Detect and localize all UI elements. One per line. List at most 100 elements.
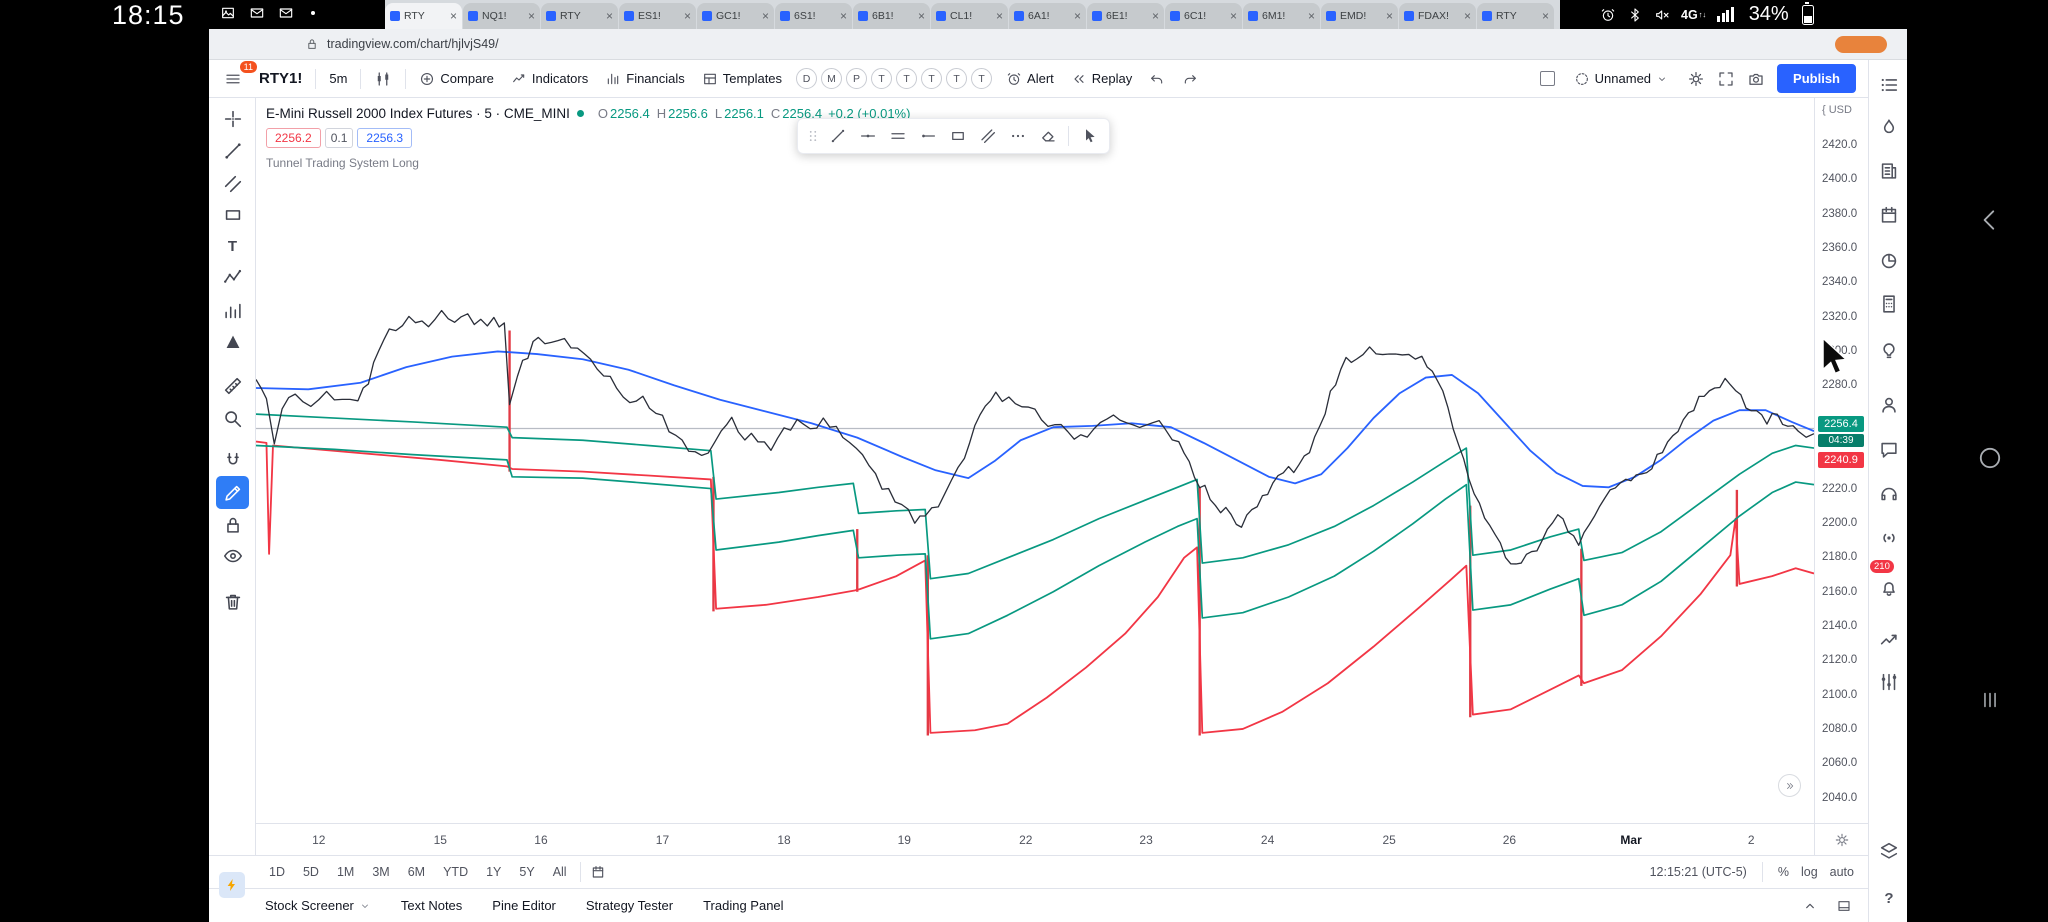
range-5Y[interactable]: 5Y <box>511 861 542 883</box>
draw-channel[interactable] <box>974 122 1002 150</box>
main-menu-button[interactable]: 11 <box>217 60 257 92</box>
bid-box[interactable]: 2256.2 <box>266 128 321 148</box>
sidebar-help[interactable]: ? <box>1877 886 1901 910</box>
indicators-button[interactable]: Indicators <box>504 67 595 91</box>
draw-hray[interactable] <box>914 122 942 150</box>
quick-interval-D[interactable]: D <box>796 68 818 89</box>
price-axis[interactable]: { USD 2420.0 2400.0 2380.0 2360.0 2340.0 2320… <box>1814 98 1868 823</box>
symbol-button[interactable]: RTY1! <box>252 66 309 91</box>
tool-magnet[interactable] <box>216 444 249 477</box>
publish-button[interactable]: Publish <box>1777 64 1856 93</box>
tab-close-icon[interactable]: × <box>918 9 925 23</box>
sidebar-layers[interactable] <box>1877 839 1901 863</box>
tab-close-icon[interactable]: × <box>996 9 1003 23</box>
browser-tab[interactable]: RTY × <box>385 3 462 29</box>
browser-tab[interactable]: GC1! × <box>697 3 774 29</box>
panel-tab-stock-screener[interactable]: Stock Screener <box>265 898 371 913</box>
log-scale-button[interactable]: log <box>1801 865 1818 879</box>
indicator-legend[interactable]: Tunnel Trading System Long <box>266 156 910 170</box>
draw-cursorarrow[interactable] <box>1075 122 1103 150</box>
tab-close-icon[interactable]: × <box>1152 9 1159 23</box>
tool-pattern[interactable] <box>216 261 249 294</box>
quick-interval-T[interactable]: T <box>896 68 918 89</box>
compare-button[interactable]: Compare <box>412 67 500 91</box>
browser-extension-pill[interactable] <box>1835 36 1887 53</box>
sidebar-calc[interactable] <box>1877 292 1901 316</box>
fullscreen-icon[interactable] <box>1717 70 1735 88</box>
layout-name-button[interactable]: Unnamed <box>1567 67 1675 91</box>
sidebar-person[interactable] <box>1877 393 1901 417</box>
undo-button[interactable] <box>1142 67 1172 91</box>
tool-eye[interactable] <box>216 539 249 572</box>
alert-button[interactable]: Alert <box>999 67 1061 91</box>
browser-tab[interactable]: ES1! × <box>619 3 696 29</box>
draw-parallel[interactable] <box>884 122 912 150</box>
tab-close-icon[interactable]: × <box>1308 9 1315 23</box>
sidebar-flame[interactable] <box>1877 116 1901 140</box>
interval-button[interactable]: 5m <box>322 67 354 90</box>
panel-tab-trading-panel[interactable]: Trading Panel <box>703 898 783 913</box>
tool-crosshair[interactable] <box>216 102 249 135</box>
tool-arrowup[interactable] <box>216 326 249 359</box>
range-YTD[interactable]: YTD <box>435 861 476 883</box>
quick-search-button[interactable] <box>219 872 245 898</box>
sidebar-headset[interactable] <box>1877 482 1901 506</box>
range-6M[interactable]: 6M <box>400 861 433 883</box>
sidebar-tune[interactable] <box>1877 670 1901 694</box>
sidebar-calendar[interactable] <box>1877 203 1901 227</box>
sidebar-chat[interactable] <box>1877 438 1901 462</box>
replay-button[interactable]: Replay <box>1064 67 1139 91</box>
quick-interval-P[interactable]: P <box>846 68 868 89</box>
browser-tab[interactable]: 6S1! × <box>775 3 852 29</box>
draw-hline[interactable] <box>854 122 882 150</box>
draw-grip[interactable] <box>804 122 822 150</box>
tab-close-icon[interactable]: × <box>684 9 691 23</box>
browser-tab[interactable]: NQ1! × <box>463 3 540 29</box>
browser-tab[interactable]: RTY × <box>1477 3 1554 29</box>
quick-interval-T[interactable]: T <box>946 68 968 89</box>
panel-tab-strategy-tester[interactable]: Strategy Tester <box>586 898 673 913</box>
draw-rect[interactable] <box>944 122 972 150</box>
tool-text[interactable]: T <box>216 230 249 263</box>
range-All[interactable]: All <box>545 861 575 883</box>
tab-close-icon[interactable]: × <box>762 9 769 23</box>
sidebar-bulb[interactable] <box>1877 338 1901 362</box>
templates-button[interactable]: Templates <box>695 67 789 91</box>
legend-title[interactable]: E-Mini Russell 2000 Index Futures · 5 · … <box>266 106 570 121</box>
range-1D[interactable]: 1D <box>261 861 293 883</box>
snapshot-camera-icon[interactable] <box>1747 70 1765 88</box>
quick-interval-M[interactable]: M <box>821 68 843 89</box>
sidebar-markets[interactable] <box>1877 628 1901 652</box>
panel-tab-pine-editor[interactable]: Pine Editor <box>492 898 556 913</box>
tool-forecast[interactable] <box>216 294 249 327</box>
range-1Y[interactable]: 1Y <box>478 861 509 883</box>
tab-close-icon[interactable]: × <box>840 9 847 23</box>
range-3M[interactable]: 3M <box>364 861 397 883</box>
settings-gear-icon[interactable] <box>1687 70 1705 88</box>
tab-close-icon[interactable]: × <box>1386 9 1393 23</box>
tab-close-icon[interactable]: × <box>528 9 535 23</box>
back-button[interactable] <box>1970 200 2010 240</box>
tool-brush[interactable] <box>216 167 249 200</box>
url-text[interactable]: tradingview.com/chart/hjlvjS49/ <box>327 37 499 51</box>
home-button[interactable] <box>1970 438 2010 478</box>
financials-button[interactable]: Financials <box>598 67 692 91</box>
browser-tab[interactable]: 6C1! × <box>1165 3 1242 29</box>
tab-close-icon[interactable]: × <box>450 9 457 23</box>
tab-close-icon[interactable]: × <box>606 9 613 23</box>
chart-style-button[interactable] <box>367 66 399 92</box>
browser-tab[interactable]: 6M1! × <box>1243 3 1320 29</box>
scroll-right-button[interactable] <box>1778 774 1801 797</box>
quick-interval-T[interactable]: T <box>921 68 943 89</box>
sidebar-list[interactable] <box>1877 73 1901 97</box>
draw-trendline[interactable] <box>824 122 852 150</box>
browser-tab[interactable]: 6A1! × <box>1009 3 1086 29</box>
panel-tab-text-notes[interactable]: Text Notes <box>401 898 462 913</box>
axis-gear-icon[interactable] <box>1834 832 1850 848</box>
tab-close-icon[interactable]: × <box>1464 9 1471 23</box>
currency-label[interactable]: { USD <box>1822 104 1852 116</box>
clock-utc[interactable]: 12:15:21 (UTC-5) <box>1650 865 1747 879</box>
price-chart[interactable] <box>256 98 1814 823</box>
axis-settings-corner[interactable] <box>1814 823 1868 855</box>
browser-tab[interactable]: FDAX! × <box>1399 3 1476 29</box>
